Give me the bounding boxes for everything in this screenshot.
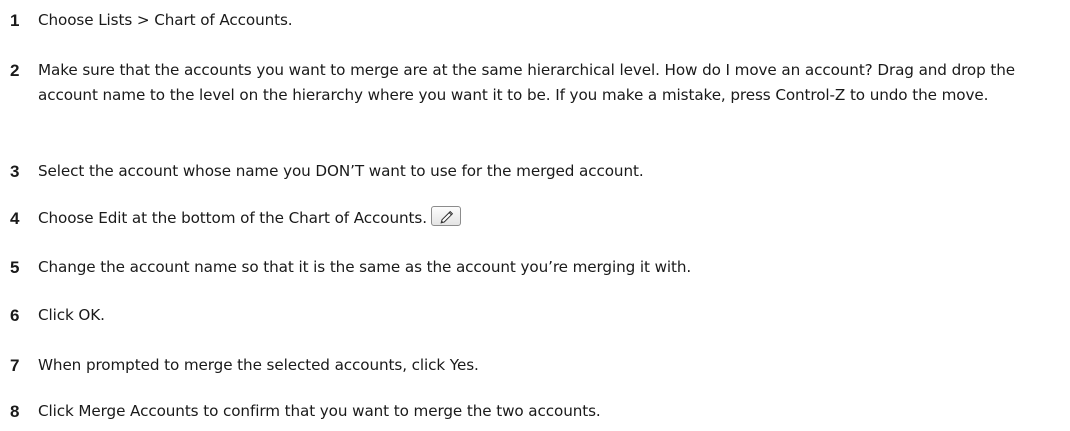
step-number: 3 [10, 162, 20, 181]
step-text: Click Merge Accounts to confirm that you… [38, 402, 601, 420]
step-text: Select the account whose name you DON’T … [38, 162, 644, 180]
step-number: 7 [10, 356, 20, 375]
step-number: 4 [10, 209, 20, 228]
step-text: Choose Edit at the bottom of the Chart o… [38, 209, 427, 227]
instruction-steps: 1 Choose Lists > Chart of Accounts. 2 Ma… [0, 0, 1070, 431]
edit-button[interactable] [430, 206, 461, 226]
step-number: 8 [10, 402, 20, 421]
step-number: 6 [10, 306, 20, 325]
step-number: 5 [10, 258, 20, 277]
step-text: Make sure that the accounts you want to … [38, 61, 1016, 104]
step-number: 1 [10, 11, 20, 30]
step-text-with-icon: Choose Edit at the bottom of the Chart o… [38, 206, 1038, 231]
step-number: 2 [10, 61, 20, 80]
step-text: Change the account name so that it is th… [38, 258, 692, 276]
step-text: When prompted to merge the selected acco… [38, 356, 479, 374]
step-text: Click OK. [38, 306, 105, 324]
pencil-icon [440, 210, 454, 224]
step-text: Choose Lists > Chart of Accounts. [38, 11, 293, 29]
